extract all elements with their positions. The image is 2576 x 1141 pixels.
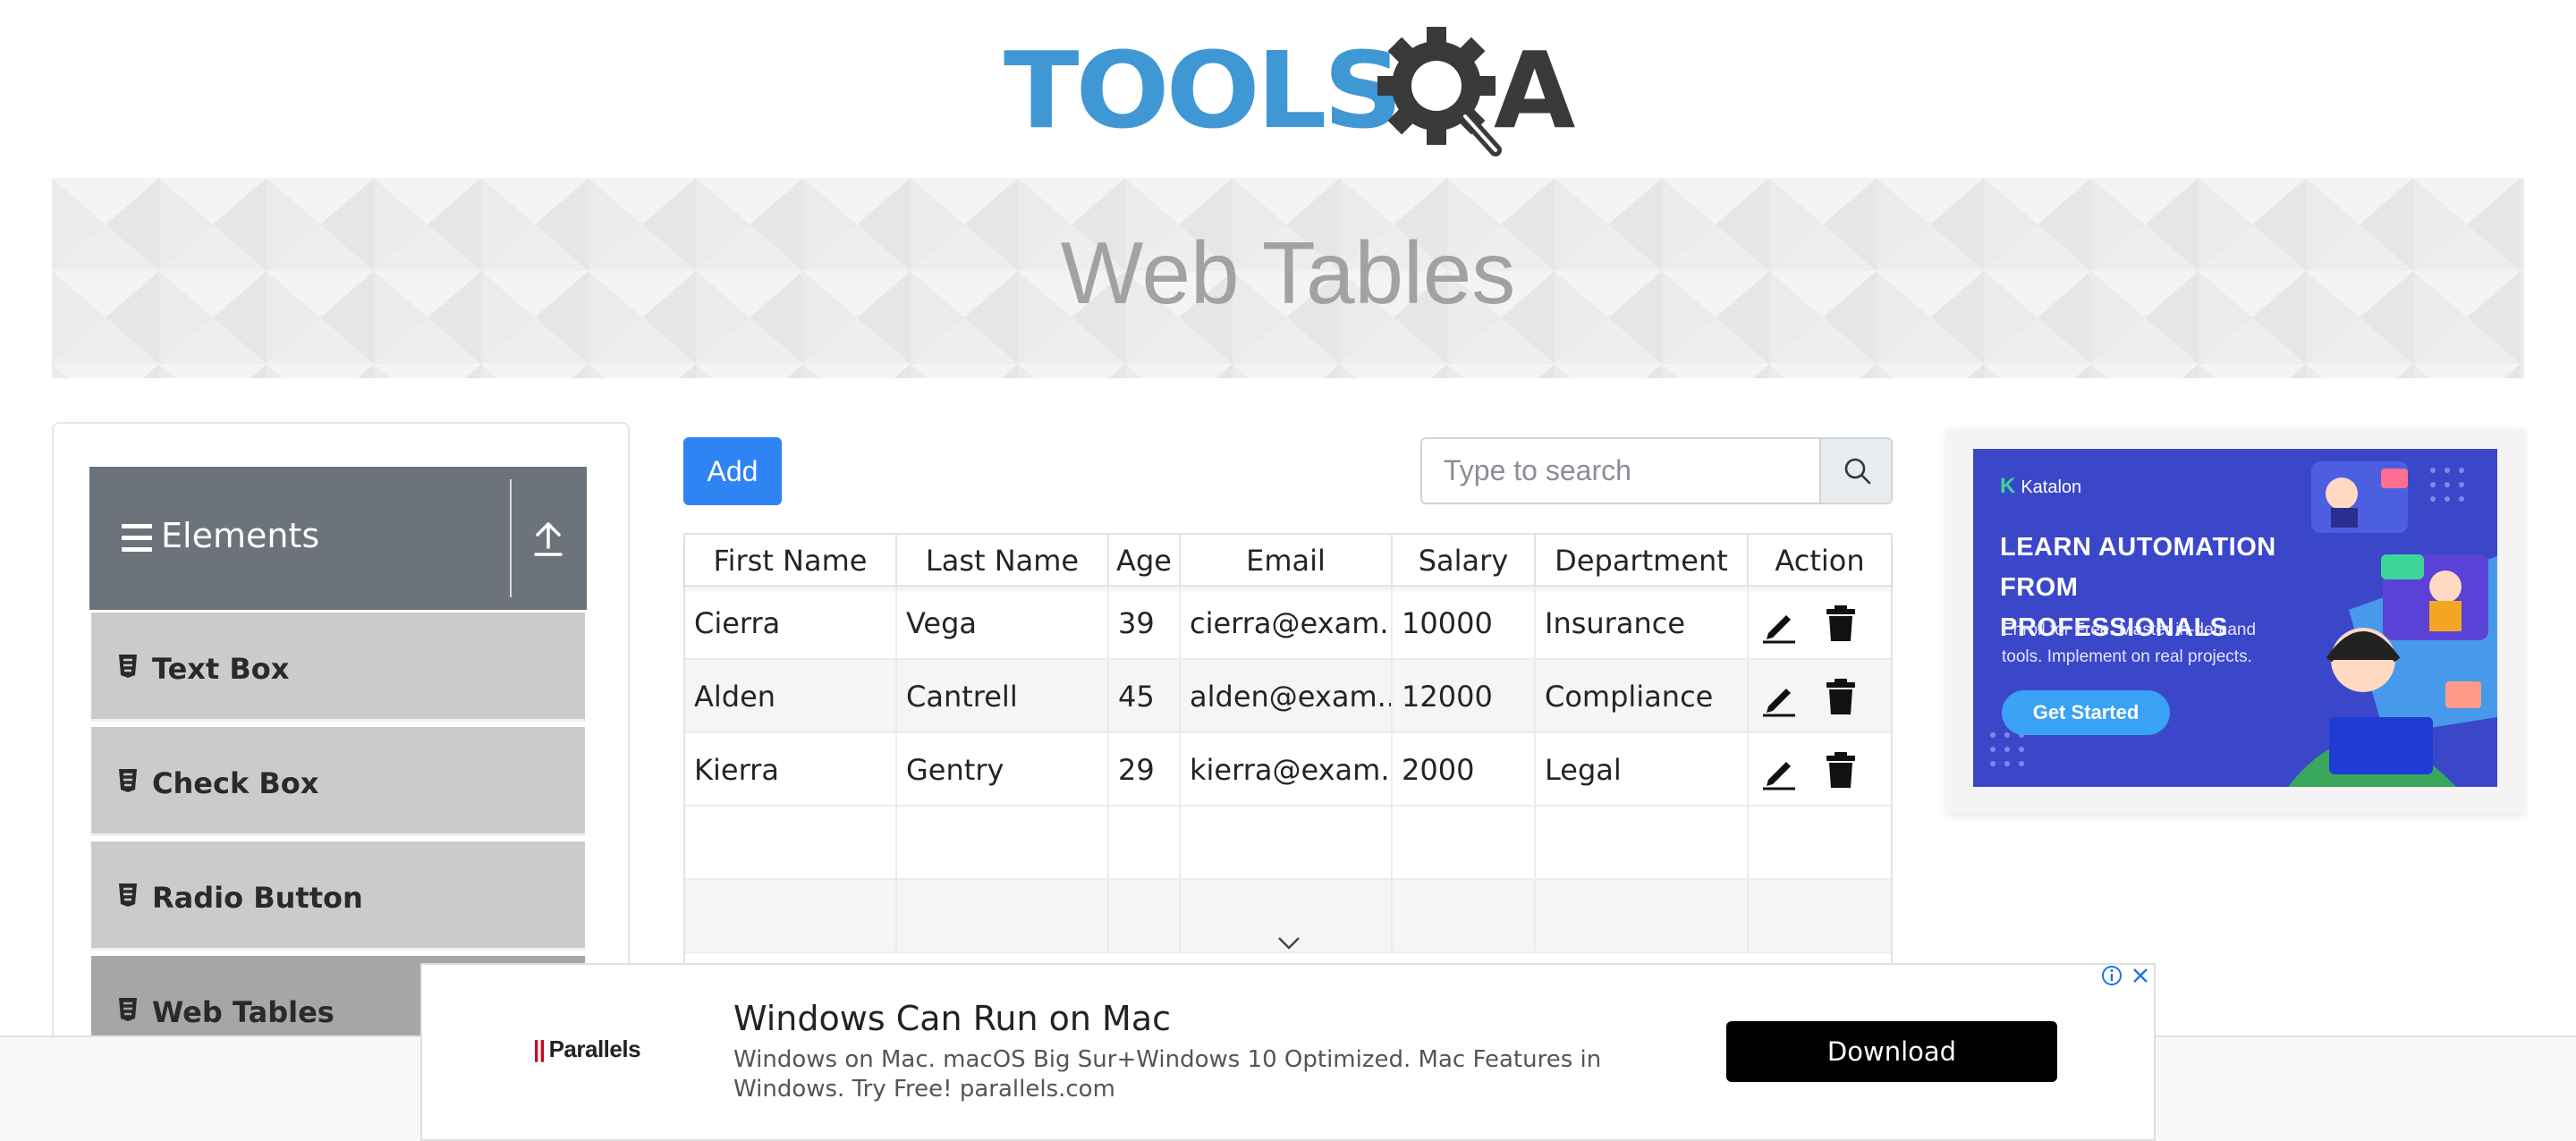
- html5-icon: [119, 655, 137, 678]
- parallels-bars-icon: ||: [533, 1035, 546, 1062]
- table-row-empty: [685, 807, 1891, 880]
- cell-action: [1749, 733, 1891, 807]
- katalon-ad[interactable]: K Katalon LEARN AUTOMATION FROM PROFESSIO…: [1973, 449, 2497, 787]
- sidebar-item-label: Web Tables: [152, 995, 335, 1029]
- trash-icon[interactable]: [1826, 604, 1856, 642]
- table-row: Cierra Vega 39 cierra@exam... 10000 Insu…: [685, 587, 1891, 660]
- page-banner: Web Tables: [52, 178, 2524, 378]
- cell-first-name: Cierra: [685, 587, 897, 660]
- trash-icon[interactable]: [1826, 751, 1856, 789]
- cell-last-name: Cantrell: [897, 660, 1109, 733]
- collapse-up-icon[interactable]: [532, 519, 564, 558]
- cell-department: Insurance: [1536, 587, 1749, 660]
- table-header: First Name Last Name Age Email Salary De…: [685, 535, 1891, 587]
- search-box: [1420, 437, 1893, 504]
- logo-letter-a: A: [1494, 29, 1576, 152]
- html5-icon: [119, 769, 137, 792]
- cell-age: 45: [1109, 660, 1181, 733]
- cell-email: kierra@exam...: [1181, 733, 1393, 807]
- sidebar-item-label: Radio Button: [152, 881, 363, 915]
- table-row: Alden Cantrell 45 alden@exam... 12000 Co…: [685, 660, 1891, 733]
- katalon-logo: K Katalon: [2000, 474, 2081, 499]
- html5-icon: [119, 998, 137, 1021]
- ad-info-icon[interactable]: [2100, 964, 2123, 987]
- column-header-first-name[interactable]: First Name: [685, 535, 897, 587]
- pencil-icon[interactable]: [1761, 753, 1797, 790]
- cell-last-name: Gentry: [897, 733, 1109, 807]
- cell-last-name: Vega: [897, 587, 1109, 660]
- sidebar-group-elements[interactable]: Elements: [89, 467, 587, 610]
- column-header-last-name[interactable]: Last Name: [897, 535, 1109, 587]
- sidebar-item-check-box[interactable]: Check Box: [91, 727, 585, 836]
- ad-brand: Parallels: [548, 1035, 641, 1062]
- html5-icon: [119, 883, 137, 907]
- cell-email: alden@exam...: [1181, 660, 1393, 733]
- divider: [510, 479, 512, 597]
- ad-brand: Katalon: [2021, 478, 2082, 497]
- cell-first-name: Alden: [685, 660, 897, 733]
- cell-salary: 2000: [1393, 733, 1536, 807]
- cell-first-name: Kierra: [685, 733, 897, 807]
- sidebar-item-text-box[interactable]: Text Box: [91, 613, 585, 722]
- sidebar-item-radio-button[interactable]: Radio Button: [91, 841, 585, 951]
- page-title: Web Tables: [1060, 224, 1516, 322]
- cell-action: [1749, 660, 1891, 733]
- search-input[interactable]: [1422, 439, 1819, 503]
- download-button[interactable]: Download: [1726, 1021, 2057, 1082]
- cell-email: cierra@exam...: [1181, 587, 1393, 660]
- chevron-down-icon[interactable]: [1277, 935, 1301, 951]
- hamburger-icon: [122, 524, 152, 553]
- cell-salary: 12000: [1393, 660, 1536, 733]
- column-header-department[interactable]: Department: [1536, 535, 1749, 587]
- logo-text: TOOLS: [1004, 29, 1403, 152]
- sidebar-item-label: Check Box: [152, 766, 319, 800]
- add-button[interactable]: Add: [683, 437, 782, 505]
- cell-department: Legal: [1536, 733, 1749, 807]
- column-header-action: Action: [1775, 544, 1865, 578]
- cell-action: [1749, 587, 1891, 660]
- ad-subtext: Enroll for Free. Master in-demand tools.…: [2002, 621, 2257, 666]
- katalon-k-icon: K: [2000, 474, 2016, 498]
- column-header-age[interactable]: Age: [1109, 535, 1181, 587]
- column-header-email[interactable]: Email: [1181, 535, 1393, 587]
- get-started-button[interactable]: Get Started: [2002, 690, 2170, 735]
- column-header-salary[interactable]: Salary: [1393, 535, 1536, 587]
- cell-age: 39: [1109, 587, 1181, 660]
- pencil-icon[interactable]: [1761, 606, 1797, 644]
- table-row: Kierra Gentry 29 kierra@exam... 2000 Leg…: [685, 733, 1891, 807]
- sidebar-item-label: Text Box: [152, 652, 290, 686]
- cell-department: Compliance: [1536, 660, 1749, 733]
- parallels-logo: || Parallels: [533, 1035, 658, 1071]
- search-icon: [1844, 458, 1871, 485]
- pencil-icon[interactable]: [1761, 680, 1797, 717]
- cell-salary: 10000: [1393, 587, 1536, 660]
- toolsqa-logo[interactable]: TOOLS A: [1000, 25, 1581, 164]
- sidebar-group-label: Elements: [161, 516, 320, 555]
- close-icon[interactable]: [2129, 964, 2152, 987]
- cell-age: 29: [1109, 733, 1181, 807]
- search-button[interactable]: [1819, 439, 1891, 503]
- ad-description: Windows on Mac. macOS Big Sur+Windows 10…: [733, 1046, 1602, 1103]
- ad-title[interactable]: Windows Can Run on Mac: [733, 999, 1171, 1038]
- trash-icon[interactable]: [1826, 678, 1856, 715]
